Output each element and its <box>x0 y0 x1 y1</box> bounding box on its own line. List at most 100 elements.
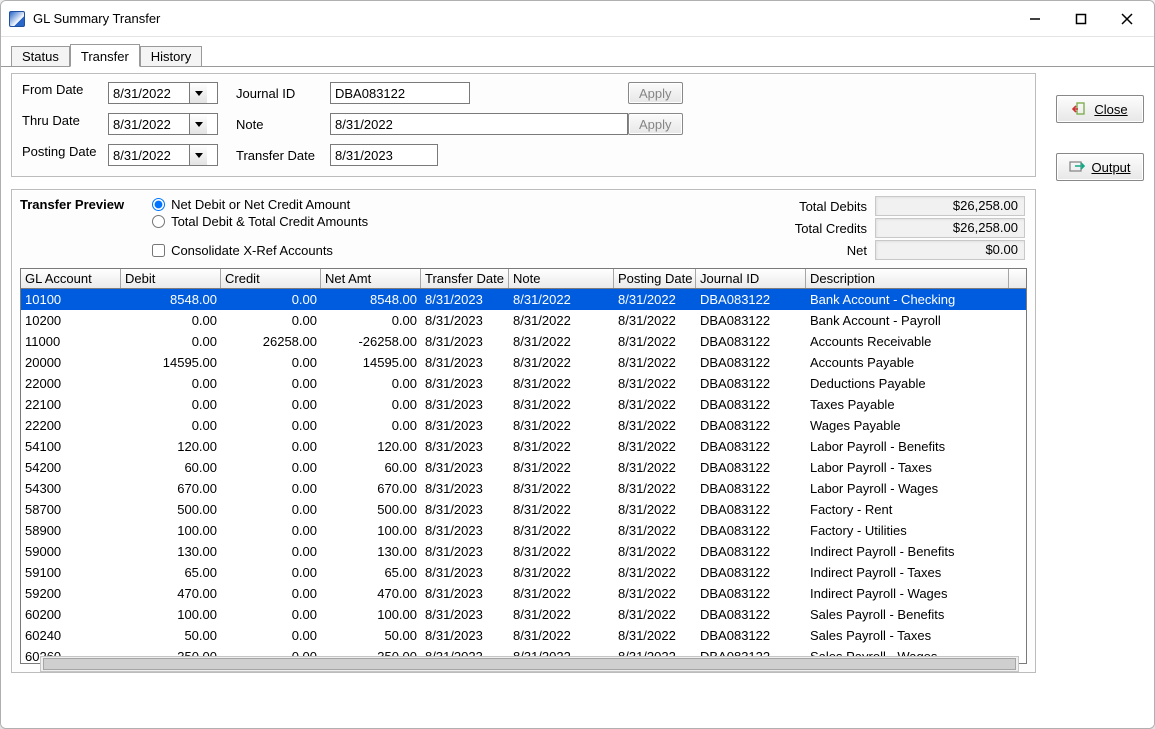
grid-body[interactable]: 101008548.000.008548.008/31/20238/31/202… <box>21 289 1026 661</box>
net-amount-radio-input[interactable] <box>152 198 165 211</box>
cell-acct: 58700 <box>21 499 121 520</box>
cell-credit: 0.00 <box>221 604 321 625</box>
table-row[interactable]: 54100120.000.00120.008/31/20238/31/20228… <box>21 436 1026 457</box>
close-window-button[interactable] <box>1104 4 1150 34</box>
table-row[interactable]: 110000.0026258.00-26258.008/31/20238/31/… <box>21 331 1026 352</box>
journal-apply-button[interactable]: Apply <box>628 82 683 104</box>
net-label: Net <box>795 243 869 258</box>
note-apply-button[interactable]: Apply <box>628 113 683 135</box>
table-row[interactable]: 54300670.000.00670.008/31/20238/31/20228… <box>21 478 1026 499</box>
cell-jid: DBA083122 <box>696 541 806 562</box>
cell-desc: Factory - Utilities <box>806 520 1009 541</box>
col-journal-id[interactable]: Journal ID <box>696 269 806 288</box>
cell-acct: 60200 <box>21 604 121 625</box>
cell-credit: 0.00 <box>221 373 321 394</box>
col-net-amt[interactable]: Net Amt <box>321 269 421 288</box>
thru-date-dropdown-icon[interactable] <box>189 114 207 134</box>
table-row[interactable]: 5910065.000.0065.008/31/20238/31/20228/3… <box>21 562 1026 583</box>
col-note[interactable]: Note <box>509 269 614 288</box>
thru-date-field[interactable] <box>108 113 218 135</box>
table-row[interactable]: 221000.000.000.008/31/20238/31/20228/31/… <box>21 394 1026 415</box>
cell-debit: 0.00 <box>121 394 221 415</box>
cell-jid: DBA083122 <box>696 457 806 478</box>
net-amount-radio[interactable]: Net Debit or Net Credit Amount <box>152 197 368 212</box>
cell-debit: 670.00 <box>121 478 221 499</box>
table-row[interactable]: 102000.000.000.008/31/20238/31/20228/31/… <box>21 310 1026 331</box>
tab-bar: Status Transfer History <box>1 37 1154 66</box>
from-date-input[interactable] <box>109 83 189 103</box>
cell-td: 8/31/2023 <box>421 289 509 310</box>
col-gl-account[interactable]: GL Account <box>21 269 121 288</box>
cell-credit: 0.00 <box>221 436 321 457</box>
net-value: $0.00 <box>875 240 1025 260</box>
cell-pd: 8/31/2022 <box>614 436 696 457</box>
table-row[interactable]: 220000.000.000.008/31/20238/31/20228/31/… <box>21 373 1026 394</box>
table-row[interactable]: 5420060.000.0060.008/31/20238/31/20228/3… <box>21 457 1026 478</box>
form-panel: From Date Thru Date Posting Date <box>11 73 1036 177</box>
posting-date-field[interactable] <box>108 144 218 166</box>
cell-note: 8/31/2022 <box>509 604 614 625</box>
cell-pd: 8/31/2022 <box>614 583 696 604</box>
output-icon <box>1069 159 1085 175</box>
table-row[interactable]: 58900100.000.00100.008/31/20238/31/20228… <box>21 520 1026 541</box>
from-date-dropdown-icon[interactable] <box>189 83 207 103</box>
posting-date-input[interactable] <box>109 145 189 165</box>
table-row[interactable]: 6024050.000.0050.008/31/20238/31/20228/3… <box>21 625 1026 646</box>
tab-transfer[interactable]: Transfer <box>70 44 140 67</box>
posting-date-dropdown-icon[interactable] <box>189 145 207 165</box>
transfer-date-input[interactable] <box>330 144 438 166</box>
cell-acct: 22200 <box>21 415 121 436</box>
thru-date-input[interactable] <box>109 114 189 134</box>
cell-pd: 8/31/2022 <box>614 331 696 352</box>
table-row[interactable]: 2000014595.000.0014595.008/31/20238/31/2… <box>21 352 1026 373</box>
output-button[interactable]: Output <box>1056 153 1144 181</box>
total-amounts-radio-input[interactable] <box>152 215 165 228</box>
cell-acct: 58900 <box>21 520 121 541</box>
cell-net: 14595.00 <box>321 352 421 373</box>
cell-credit: 0.00 <box>221 520 321 541</box>
col-posting-date[interactable]: Posting Date <box>614 269 696 288</box>
from-date-field[interactable] <box>108 82 218 104</box>
table-row[interactable]: 58700500.000.00500.008/31/20238/31/20228… <box>21 499 1026 520</box>
cell-acct: 22000 <box>21 373 121 394</box>
note-input[interactable] <box>330 113 628 135</box>
tab-history[interactable]: History <box>140 46 202 67</box>
table-row[interactable]: 101008548.000.008548.008/31/20238/31/202… <box>21 289 1026 310</box>
total-amounts-radio-label: Total Debit & Total Credit Amounts <box>171 214 368 229</box>
col-debit[interactable]: Debit <box>121 269 221 288</box>
output-button-label: Output <box>1091 160 1130 175</box>
consolidate-checkbox[interactable]: Consolidate X-Ref Accounts <box>152 243 368 258</box>
horizontal-scrollbar[interactable] <box>40 656 1019 672</box>
consolidate-checkbox-input[interactable] <box>152 244 165 257</box>
cell-td: 8/31/2023 <box>421 310 509 331</box>
cell-net: 50.00 <box>321 625 421 646</box>
cell-credit: 0.00 <box>221 541 321 562</box>
minimize-button[interactable] <box>1012 4 1058 34</box>
cell-jid: DBA083122 <box>696 415 806 436</box>
table-row[interactable]: 59200470.000.00470.008/31/20238/31/20228… <box>21 583 1026 604</box>
cell-net: 120.00 <box>321 436 421 457</box>
journal-id-input[interactable] <box>330 82 470 104</box>
col-description[interactable]: Description <box>806 269 1009 288</box>
posting-date-label: Posting Date <box>22 144 108 166</box>
cell-credit: 0.00 <box>221 562 321 583</box>
cell-acct: 54300 <box>21 478 121 499</box>
cell-note: 8/31/2022 <box>509 331 614 352</box>
cell-desc: Labor Payroll - Wages <box>806 478 1009 499</box>
total-amounts-radio[interactable]: Total Debit & Total Credit Amounts <box>152 214 368 229</box>
cell-credit: 0.00 <box>221 415 321 436</box>
scrollbar-thumb[interactable] <box>43 658 1016 670</box>
cell-note: 8/31/2022 <box>509 415 614 436</box>
col-transfer-date[interactable]: Transfer Date <box>421 269 509 288</box>
maximize-button[interactable] <box>1058 4 1104 34</box>
table-row[interactable]: 222000.000.000.008/31/20238/31/20228/31/… <box>21 415 1026 436</box>
cell-jid: DBA083122 <box>696 373 806 394</box>
table-row[interactable]: 60200100.000.00100.008/31/20238/31/20228… <box>21 604 1026 625</box>
table-row[interactable]: 59000130.000.00130.008/31/20238/31/20228… <box>21 541 1026 562</box>
app-icon <box>9 11 25 27</box>
col-credit[interactable]: Credit <box>221 269 321 288</box>
tab-status[interactable]: Status <box>11 46 70 67</box>
close-button[interactable]: Close <box>1056 95 1144 123</box>
preview-grid[interactable]: GL Account Debit Credit Net Amt Transfer… <box>20 268 1027 664</box>
cell-jid: DBA083122 <box>696 478 806 499</box>
